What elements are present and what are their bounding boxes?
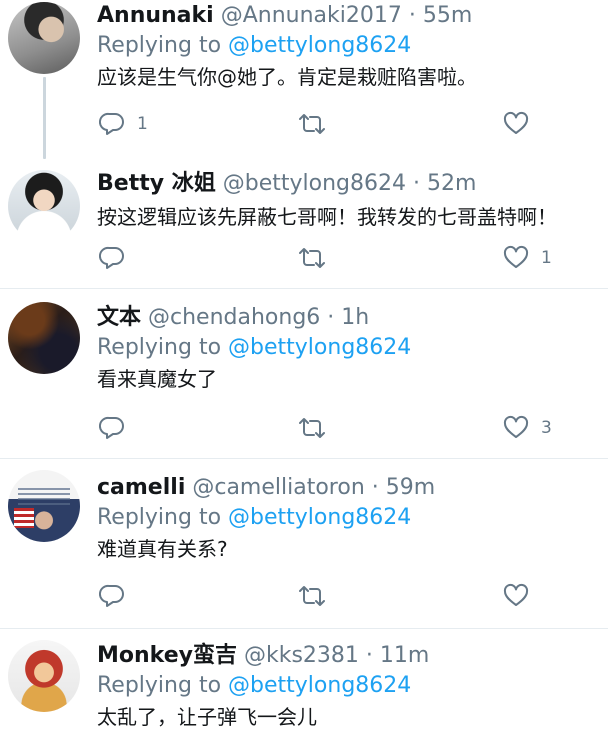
avatar[interactable] (8, 302, 80, 374)
tweet-body: Betty 冰姐 @bettylong8624 · 52m 按这逻辑应该先屏蔽七… (97, 170, 608, 232)
reply-icon (99, 416, 124, 439)
reply-button[interactable]: 1 (99, 108, 148, 140)
tweet-text: 太乱了，让子弹飞一会儿 (97, 705, 317, 729)
replying-to-label: Replying to (97, 33, 222, 58)
replying-to-label: Replying to (97, 505, 222, 530)
avatar-text-lines (18, 488, 70, 506)
user-handle[interactable]: @kks2381 (244, 643, 359, 668)
like-count: 3 (541, 418, 552, 438)
flag-icon (14, 508, 34, 528)
retweet-button[interactable] (299, 242, 337, 274)
separator-dot: · (412, 171, 420, 196)
replying-to-link[interactable]: @bettylong8624 (228, 335, 411, 360)
retweet-button[interactable] (299, 580, 337, 612)
retweet-icon (299, 248, 325, 268)
replying-to: Replying to @bettylong8624 (97, 670, 429, 702)
tweet-actions (97, 580, 567, 612)
replying-to-link[interactable]: @bettylong8624 (228, 673, 411, 698)
tweet-actions: 1 (97, 242, 567, 274)
replying-to: Replying to @bettylong8624 (97, 30, 608, 62)
user-handle[interactable]: @Annunaki2017 (221, 3, 402, 28)
avatar[interactable] (8, 640, 80, 712)
like-button[interactable] (503, 108, 541, 140)
retweet-icon (299, 418, 325, 438)
display-name[interactable]: Annunaki (97, 3, 214, 28)
tweet-header: Betty 冰姐 @bettylong8624 · 52m (97, 170, 608, 198)
timestamp[interactable]: 59m (386, 475, 435, 500)
tweet-text: 应该是生气你@她了。肯定是栽赃陷害啦。 (97, 65, 477, 89)
tweet-header: Annunaki @Annunaki2017 · 55m (97, 2, 608, 30)
like-button[interactable]: 1 (503, 242, 552, 274)
tweet-body: Annunaki @Annunaki2017 · 55m Replying to… (97, 2, 608, 92)
reply-thread: Annunaki @Annunaki2017 · 55m Replying to… (0, 0, 608, 746)
retweet-button[interactable] (299, 412, 337, 444)
tweet-header: camelli @camelliatoron · 59m (97, 474, 435, 502)
user-handle[interactable]: @bettylong8624 (223, 171, 406, 196)
replying-to-link[interactable]: @bettylong8624 (228, 505, 411, 530)
replying-to-label: Replying to (97, 335, 222, 360)
reply-button[interactable] (99, 242, 137, 274)
replying-to-label: Replying to (97, 673, 222, 698)
reply-button[interactable] (99, 580, 137, 612)
tweet-header: 文本 @chendahong6 · 1h (97, 304, 411, 332)
display-name[interactable]: camelli (97, 475, 185, 500)
display-name[interactable]: Monkey蛮吉 (97, 643, 237, 668)
user-handle[interactable]: @camelliatoron (192, 475, 364, 500)
like-button[interactable]: 3 (503, 412, 552, 444)
replying-to-link[interactable]: @bettylong8624 (228, 33, 411, 58)
tweet-text: 看来真魔女了 (97, 367, 217, 391)
reply-button[interactable] (99, 412, 137, 444)
tweet-body: Monkey蛮吉 @kks2381 · 11m Replying to @bet… (97, 642, 429, 732)
avatar[interactable] (8, 470, 80, 542)
tweet-actions: 3 (97, 412, 567, 444)
timestamp[interactable]: 55m (423, 3, 472, 28)
separator-dot: · (327, 305, 335, 330)
separator-dot: · (365, 643, 373, 668)
tweet-body: camelli @camelliatoron · 59m Replying to… (97, 474, 435, 564)
tweet-text: 难道真有关系? (97, 537, 228, 561)
tweet-body: 文本 @chendahong6 · 1h Replying to @bettyl… (97, 304, 411, 394)
tweet-header: Monkey蛮吉 @kks2381 · 11m (97, 642, 429, 670)
reply-icon (99, 112, 124, 135)
heart-icon (503, 111, 529, 134)
avatar[interactable] (8, 170, 80, 242)
reply-icon (99, 246, 124, 269)
like-button[interactable] (503, 580, 541, 612)
display-name[interactable]: Betty 冰姐 (97, 171, 216, 196)
retweet-icon (299, 114, 325, 134)
timestamp[interactable]: 52m (427, 171, 476, 196)
timestamp[interactable]: 11m (380, 643, 429, 668)
reply-count: 1 (137, 114, 148, 134)
like-count: 1 (541, 248, 552, 268)
replying-to: Replying to @bettylong8624 (97, 502, 435, 534)
heart-icon (503, 245, 529, 268)
retweet-icon (299, 586, 325, 606)
user-handle[interactable]: @chendahong6 (148, 305, 320, 330)
heart-icon (503, 415, 529, 438)
separator-dot: · (408, 3, 416, 28)
tweet-text: 按这逻辑应该先屏蔽七哥啊！我转发的七哥盖特啊！ (97, 205, 557, 229)
reply-icon (99, 584, 124, 607)
timestamp[interactable]: 1h (341, 305, 369, 330)
tweet-annunaki[interactable]: Annunaki @Annunaki2017 · 55m Replying to… (0, 0, 608, 164)
replying-to: Replying to @bettylong8624 (97, 332, 411, 364)
retweet-button[interactable] (299, 108, 337, 140)
tweet-actions: 1 (97, 108, 567, 140)
separator-dot: · (371, 475, 379, 500)
display-name[interactable]: 文本 (97, 305, 141, 330)
avatar[interactable] (8, 2, 80, 74)
heart-icon (503, 583, 529, 606)
